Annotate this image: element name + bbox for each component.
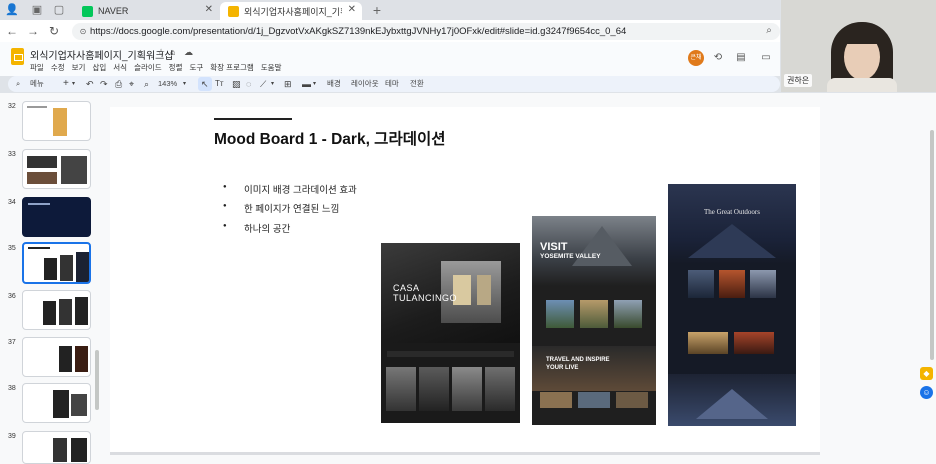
slides-favicon-icon [228,6,239,17]
fill-color-icon[interactable]: ▬ [302,76,311,92]
collaborator-avatar[interactable]: 은채 [688,50,704,66]
theme-button[interactable]: 테마 [385,76,399,92]
star-icon[interactable]: ☆ [157,47,165,58]
new-tab-icon[interactable]: + [370,3,384,17]
tab-naver[interactable]: NAVER ✕ [74,2,219,20]
text-box-icon[interactable]: Tт [215,76,224,92]
reload-icon[interactable]: ↻ [47,24,61,38]
tab-label: NAVER [98,6,129,16]
move-folder-icon[interactable]: ⌂ [170,47,175,57]
casa-heading-line1: CASA [393,283,420,293]
new-slide-dropdown-icon[interactable]: ▾ [72,76,75,92]
image-icon[interactable]: ▨ [232,76,241,92]
casa-heading-line2: TULANCINGO [393,293,458,303]
menu-edit[interactable]: 수정 [51,62,65,73]
moodboard-image-outdoors[interactable]: The Great Outdoors [668,184,796,426]
close-tab-icon[interactable]: ✕ [348,4,356,15]
slide-thumbnail-33[interactable] [22,149,91,189]
select-cursor-icon[interactable]: ↖ [201,76,209,92]
menu-insert[interactable]: 삽입 [92,62,106,73]
keep-icon[interactable]: ◆ [920,367,933,380]
search-menu-icon[interactable]: ⌕ [16,76,20,92]
filmstrip-scrollbar[interactable] [95,350,99,410]
profile-icon[interactable]: 👤 [5,3,19,17]
search-menus-label[interactable]: 메뉴 [30,76,44,92]
version-history-icon[interactable]: ⟲ [710,50,726,66]
menu-help[interactable]: 도움말 [261,62,282,73]
layout-button[interactable]: 레이아웃 [351,76,379,92]
menu-slide[interactable]: 슬라이드 [134,62,162,73]
forward-icon[interactable]: → [26,24,40,38]
slide-thumbnail-37[interactable] [22,337,91,377]
slide-thumbnail-39[interactable] [22,431,91,464]
line-dropdown-icon[interactable]: ▾ [271,76,274,92]
slide-number: 37 [8,339,16,346]
transition-button[interactable]: 전환 [410,76,424,92]
moodboard-image-casa[interactable]: CASA TULANCINGO [381,243,520,423]
slide-number: 35 [8,245,16,252]
bullet-item[interactable]: 하나의 공간 [223,221,290,235]
print-icon[interactable]: ⎙ [115,76,122,92]
menu-format[interactable]: 서식 [113,62,127,73]
editor-scrollbar[interactable] [930,130,934,360]
tab-slides[interactable]: 외식기업자사홈페이지_기획워크샵 - Google ✕ [220,2,362,20]
close-tab-icon[interactable]: ✕ [205,4,213,15]
yosemite-heading-line1: VISIT [540,241,568,253]
slide-thumbnail-32[interactable] [22,101,91,141]
tab-overview-icon[interactable]: ▢ [52,3,66,17]
slide-thumbnail-38[interactable] [22,383,91,423]
title-rule [214,118,292,120]
naver-favicon-icon [82,6,93,17]
tab-label: 외식기업자사홈페이지_기획워크샵 - Google [244,6,342,17]
slide-thumbnail-34[interactable] [22,197,91,237]
menu-arrange[interactable]: 정렬 [169,62,183,73]
comment-add-icon[interactable]: ⊞ [284,76,292,92]
slide-number: 34 [8,199,16,206]
menu-view[interactable]: 보기 [72,62,86,73]
workspaces-icon[interactable]: ▣ [30,3,44,17]
shape-icon[interactable]: ◌ [246,76,251,92]
zoom-dropdown-icon[interactable]: ▾ [183,76,186,92]
zoom-level[interactable]: 143% [158,76,177,92]
menu-bar: 파일 수정 보기 삽입 서식 슬라이드 정렬 도구 확장 프로그램 도움말 [30,62,281,73]
redo-icon[interactable]: ↷ [100,76,108,92]
cloud-status-icon: ☁ [184,47,193,57]
slide-number: 39 [8,433,16,440]
webcam-name-label: 권하은 [784,74,813,87]
moodboard-image-yosemite[interactable]: VISIT YOSEMITE VALLEY TRAVEL AND INSPIRE… [532,216,656,425]
menu-file[interactable]: 파일 [30,62,44,73]
comments-icon[interactable]: ▤ [733,50,749,66]
url-bar[interactable]: https://docs.google.com/presentation/d/1… [72,23,780,40]
slide-title[interactable]: Mood Board 1 - Dark, 그라데이션 [214,127,446,149]
bullet-item[interactable]: 한 페이지가 연결된 느낌 [223,201,339,215]
google-slides-logo-icon[interactable] [11,48,24,65]
outdoors-heading: The Great Outdoors [704,208,760,216]
menu-extensions[interactable]: 확장 프로그램 [210,62,253,73]
background-button[interactable]: 배경 [327,76,341,92]
site-info-icon[interactable]: ⊙ [76,25,90,39]
meet-icon[interactable]: ▭ [758,50,774,66]
line-icon[interactable]: ⟋ [260,76,266,92]
yosemite-section-title: TRAVEL AND INSPIRE YOUR LIVE [546,357,610,371]
slide-number: 32 [8,103,16,110]
new-slide-icon[interactable]: + [63,76,69,92]
paint-format-icon[interactable]: ⌖ [129,76,134,92]
horizontal-scrollbar[interactable] [110,452,820,455]
yosemite-heading-line2: YOSEMITE VALLEY [540,253,601,260]
undo-icon[interactable]: ↶ [86,76,94,92]
zoom-icon[interactable]: ⌕ [762,24,776,38]
slide-number: 36 [8,293,16,300]
assistant-icon[interactable]: ☺ [920,386,933,399]
fill-dropdown-icon[interactable]: ▾ [313,76,316,92]
menu-tools[interactable]: 도구 [189,62,203,73]
slide-number: 33 [8,151,16,158]
document-title[interactable]: 외식기업자사홈페이지_기획워크샵 [30,47,174,62]
back-icon[interactable]: ← [5,24,19,38]
zoom-select-icon[interactable]: ⌕ [144,76,149,92]
slide-number: 38 [8,385,16,392]
bullet-item[interactable]: 이미지 배경 그라데이션 효과 [223,182,357,196]
slide-thumbnail-35-selected[interactable] [22,242,91,284]
slide-thumbnail-36[interactable] [22,290,91,330]
